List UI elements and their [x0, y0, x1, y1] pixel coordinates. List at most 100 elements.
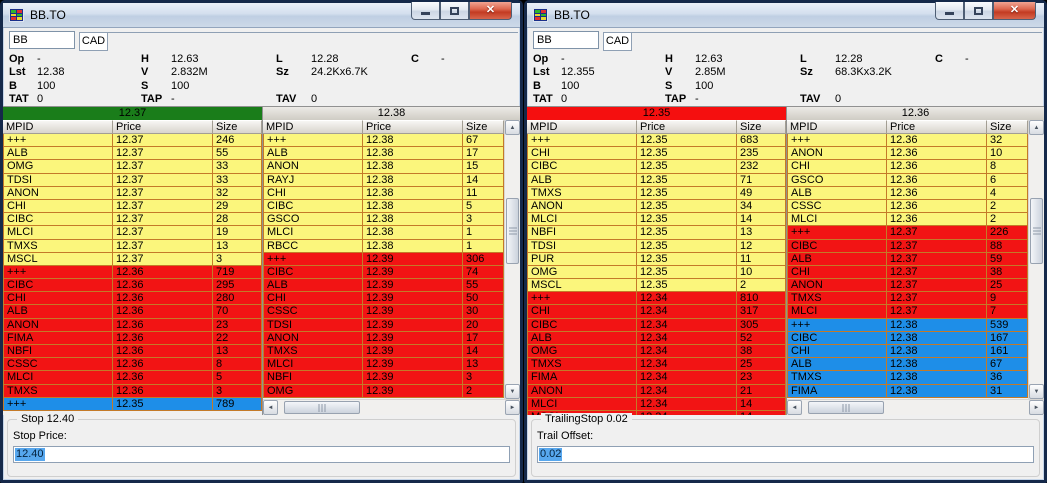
- table-row[interactable]: OMG 12.35 10: [527, 266, 786, 279]
- close-button[interactable]: ✕: [993, 2, 1036, 20]
- table-row[interactable]: ALB 12.35 71: [527, 174, 786, 187]
- table-row[interactable]: +++ 12.39 306: [263, 253, 504, 266]
- table-row[interactable]: ALB 12.39 55: [263, 279, 504, 292]
- symbol-input[interactable]: BB: [9, 31, 75, 49]
- table-row[interactable]: FIMA 12.34 23: [527, 371, 786, 384]
- table-row[interactable]: CIBC 12.34 305: [527, 319, 786, 332]
- table-row[interactable]: +++ 12.34 810: [527, 292, 786, 305]
- table-row[interactable]: CIBC 12.35 232: [527, 160, 786, 173]
- column-header-price[interactable]: Price: [363, 120, 463, 134]
- restore-button[interactable]: [440, 2, 469, 20]
- table-row[interactable]: ALB 12.37 55: [3, 147, 262, 160]
- table-row[interactable]: +++ 12.35 789: [3, 398, 262, 411]
- vertical-scrollbar[interactable]: ▲ ▼: [1028, 120, 1044, 399]
- trail-offset-input[interactable]: 0.02: [537, 446, 1034, 463]
- column-header-mpid[interactable]: MPID: [3, 120, 113, 134]
- table-row[interactable]: TMXS 12.38 36: [787, 371, 1028, 384]
- table-row[interactable]: OMG 12.37 33: [3, 160, 262, 173]
- vertical-scrollbar-thumb[interactable]: [1030, 198, 1043, 264]
- table-row[interactable]: ANON 12.38 15: [263, 160, 504, 173]
- table-row[interactable]: CHI 12.37 29: [3, 200, 262, 213]
- scroll-down-icon[interactable]: ▼: [505, 384, 520, 399]
- table-row[interactable]: CHI 12.37 38: [787, 266, 1028, 279]
- table-row[interactable]: CIBC 12.38 5: [263, 200, 504, 213]
- table-row[interactable]: +++ 12.35 683: [527, 134, 786, 147]
- table-row[interactable]: CHI 12.38 11: [263, 187, 504, 200]
- table-row[interactable]: CSSC 12.36 8: [3, 358, 262, 371]
- column-header-price[interactable]: Price: [887, 120, 987, 134]
- table-row[interactable]: ALB 12.34 52: [527, 332, 786, 345]
- table-row[interactable]: MLCI 12.36 5: [3, 371, 262, 384]
- table-row[interactable]: +++ 12.36 719: [3, 266, 262, 279]
- table-row[interactable]: ALB 12.38 67: [787, 358, 1028, 371]
- table-row[interactable]: ALB 12.36 4: [787, 187, 1028, 200]
- table-row[interactable]: ANON 12.35 34: [527, 200, 786, 213]
- scroll-down-icon[interactable]: ▼: [1029, 384, 1044, 399]
- vertical-scrollbar[interactable]: ▲ ▼: [504, 120, 520, 399]
- horizontal-scrollbar[interactable]: ◄ ►: [787, 399, 1044, 415]
- table-row[interactable]: CSSC 12.36 2: [787, 200, 1028, 213]
- table-row[interactable]: CSSC 12.39 30: [263, 305, 504, 318]
- table-row[interactable]: ANON 12.36 10: [787, 147, 1028, 160]
- table-row[interactable]: GSCO 12.36 6: [787, 174, 1028, 187]
- table-row[interactable]: FIMA 12.36 22: [3, 332, 262, 345]
- table-row[interactable]: ANON 12.34 21: [527, 385, 786, 398]
- table-row[interactable]: PUR 12.35 11: [527, 253, 786, 266]
- table-row[interactable]: CHI 12.35 235: [527, 147, 786, 160]
- symbol-input[interactable]: BB: [533, 31, 599, 49]
- scroll-right-icon[interactable]: ►: [1029, 400, 1044, 415]
- horizontal-scrollbar-thumb[interactable]: [284, 401, 360, 414]
- table-row[interactable]: TMXS 12.34 25: [527, 358, 786, 371]
- scroll-up-icon[interactable]: ▲: [1029, 120, 1044, 135]
- table-row[interactable]: TDSI 12.39 20: [263, 319, 504, 332]
- column-header-mpid[interactable]: MPID: [787, 120, 887, 134]
- table-row[interactable]: ANON 12.37 25: [787, 279, 1028, 292]
- table-row[interactable]: +++ 12.37 246: [3, 134, 262, 147]
- table-row[interactable]: OMG 12.39 2: [263, 385, 504, 398]
- scroll-left-icon[interactable]: ◄: [787, 400, 802, 415]
- scroll-up-icon[interactable]: ▲: [505, 120, 520, 135]
- table-row[interactable]: ANON 12.39 17: [263, 332, 504, 345]
- table-row[interactable]: CHI 12.38 161: [787, 345, 1028, 358]
- table-row[interactable]: +++ 12.38 539: [787, 319, 1028, 332]
- column-header-mpid[interactable]: MPID: [263, 120, 363, 134]
- table-row[interactable]: CHI 12.36 280: [3, 292, 262, 305]
- table-row[interactable]: CHI 12.34 317: [527, 305, 786, 318]
- table-row[interactable]: CIBC 12.37 88: [787, 240, 1028, 253]
- table-row[interactable]: TMXS 12.37 9: [787, 292, 1028, 305]
- table-row[interactable]: TMXS 12.39 14: [263, 345, 504, 358]
- table-row[interactable]: TDSI 12.37 33: [3, 174, 262, 187]
- title-bar[interactable]: BB.TO ✕: [527, 3, 1044, 28]
- table-row[interactable]: NBFI 12.39 3: [263, 371, 504, 384]
- restore-button[interactable]: [964, 2, 993, 20]
- column-header-size[interactable]: Size: [737, 120, 786, 134]
- currency-tab[interactable]: CAD: [603, 32, 632, 51]
- stop-price-input[interactable]: 12.40: [13, 446, 510, 463]
- table-row[interactable]: RBCC 12.38 1: [263, 240, 504, 253]
- table-row[interactable]: TMXS 12.35 49: [527, 187, 786, 200]
- horizontal-scrollbar-thumb[interactable]: [808, 401, 884, 414]
- table-row[interactable]: ALB 12.37 59: [787, 253, 1028, 266]
- table-row[interactable]: MSCL 12.35 2: [527, 279, 786, 292]
- scroll-right-icon[interactable]: ►: [505, 400, 520, 415]
- table-row[interactable]: MLCI 12.37 7: [787, 305, 1028, 318]
- table-row[interactable]: GSCO 12.38 3: [263, 213, 504, 226]
- column-header-mpid[interactable]: MPID: [527, 120, 637, 134]
- table-row[interactable]: FIMA 12.38 31: [787, 385, 1028, 398]
- currency-tab[interactable]: CAD: [79, 32, 108, 51]
- table-row[interactable]: CHI 12.39 50: [263, 292, 504, 305]
- horizontal-scrollbar[interactable]: ◄ ►: [263, 399, 520, 415]
- column-header-size[interactable]: Size: [213, 120, 262, 134]
- table-row[interactable]: MSCL 12.37 3: [3, 253, 262, 266]
- vertical-scrollbar-thumb[interactable]: [506, 198, 519, 264]
- column-header-price[interactable]: Price: [637, 120, 737, 134]
- table-row[interactable]: CHI 12.36 8: [787, 160, 1028, 173]
- table-row[interactable]: TDSI 12.35 12: [527, 240, 786, 253]
- table-row[interactable]: CIBC 12.36 295: [3, 279, 262, 292]
- minimize-button[interactable]: [411, 2, 440, 20]
- table-row[interactable]: ALB 12.38 17: [263, 147, 504, 160]
- table-row[interactable]: CIBC 12.37 28: [3, 213, 262, 226]
- table-row[interactable]: +++ 12.37 226: [787, 226, 1028, 239]
- table-row[interactable]: ANON 12.36 23: [3, 319, 262, 332]
- table-row[interactable]: ANON 12.37 32: [3, 187, 262, 200]
